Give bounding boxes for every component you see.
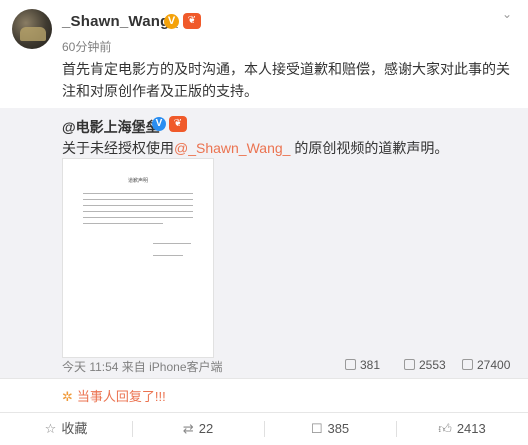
post-text: 首先肯定电影方的及时沟通，本人接受道歉和赔偿，感谢大家对此事的关注和对原创作者及… (62, 61, 510, 99)
repost-icon (345, 359, 356, 370)
repost-icon: ⇄ (182, 421, 194, 436)
chevron-down-icon[interactable]: ⌄ (500, 8, 514, 20)
favorite-label: 收藏 (61, 421, 88, 436)
repost-author[interactable]: @电影上海堡垒 (62, 117, 160, 137)
repost-block[interactable]: @电影上海堡垒 V ❦ 关于未经授权使用@_Shawn_Wang_ 的原创视频的… (0, 108, 528, 378)
repost-text: 关于未经授权使用@_Shawn_Wang_ 的原创视频的道歉声明。 (62, 138, 448, 158)
username[interactable]: _Shawn_Wang_ (62, 13, 178, 30)
thumbs-up-icon (462, 359, 473, 370)
star-icon: ☆ (44, 421, 57, 436)
repost-count[interactable]: 381 (345, 358, 380, 372)
vip-badge-icon: ❦ (183, 13, 201, 29)
comment-preview[interactable]: ✲ 当事人回复了!!! (62, 386, 166, 405)
comment-button[interactable]: ☐ 385 (264, 413, 396, 445)
repost-label: 22 (198, 421, 214, 436)
comment-preview-text: 当事人回复了!!! (76, 389, 166, 404)
like-button[interactable]: 👍︎ 2413 (396, 413, 528, 445)
document-title: 道歉声明 (127, 178, 148, 184)
divider (0, 378, 528, 379)
avatar[interactable] (12, 9, 52, 49)
comment-count[interactable]: 2553 (404, 358, 446, 372)
thumbs-up-icon: 👍︎ (438, 421, 452, 436)
comment-icon: ☐ (310, 421, 323, 436)
repost-button[interactable]: ⇄ 22 (132, 413, 264, 445)
verified-badge-icon: V (164, 14, 179, 29)
mention-link[interactable]: @_Shawn_Wang_ (174, 140, 290, 156)
post-time[interactable]: 60分钟前 (62, 38, 111, 55)
repost-text-after: 的原创视频的道歉声明。 (290, 140, 449, 156)
comment-label: 385 (327, 421, 350, 436)
repost-text-before: 关于未经授权使用 (62, 140, 174, 156)
weibo-card: _Shawn_Wang_ V ❦ 60分钟前 ⌄ 首先肯定电影方的及时沟通，本人… (0, 0, 528, 445)
verified-badge-icon: V (152, 117, 166, 131)
like-label: 2413 (456, 421, 486, 436)
like-count[interactable]: 27400 (462, 358, 510, 372)
repost-meta: 今天 11:54 来自 iPhone客户端 (62, 360, 223, 374)
comment-icon (404, 359, 415, 370)
action-bar: ☆ 收藏 ⇄ 22 ☐ 385 👍︎ 2413 (0, 412, 528, 445)
sparkle-icon: ✲ (62, 389, 73, 404)
favorite-button[interactable]: ☆ 收藏 (0, 413, 132, 445)
document-image[interactable]: 道歉声明 (62, 158, 214, 358)
vip-badge-icon: ❦ (169, 116, 187, 132)
